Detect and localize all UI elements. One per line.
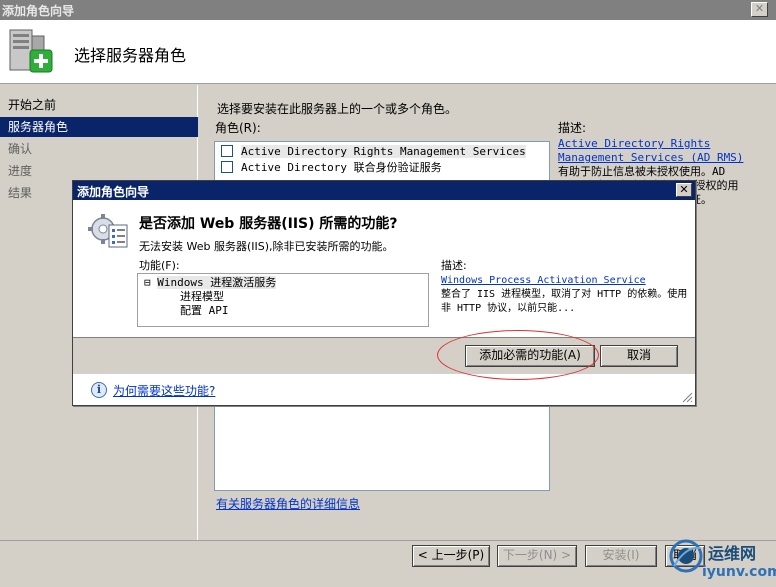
description-label: 描述:: [558, 121, 587, 135]
add-required-features-button[interactable]: 添加必需的功能(A): [465, 345, 595, 367]
feature-child[interactable]: 配置 API: [180, 304, 229, 318]
page-title: 选择服务器角色: [74, 46, 187, 65]
dialog-description-label: 描述:: [441, 259, 467, 272]
add-features-dialog: 添加角色向导 ✕ 是否添加 Web 服务器(IIS) 所需的功能? 无法安装 W…: [72, 180, 696, 406]
dialog-description-text: 整合了 IIS 进程模型，取消了对 HTTP 的依赖。使用非 HTTP 协议，以…: [441, 289, 688, 314]
roles-label: 角色(R):: [215, 121, 261, 135]
dialog-description-link[interactable]: Windows Process Activation Service: [441, 275, 646, 286]
watermark-url: iyunv.com: [702, 564, 776, 580]
nav-item-progress: 进度: [8, 164, 33, 178]
dialog-cancel-button[interactable]: 取消: [600, 345, 678, 367]
server-add-icon: [9, 29, 53, 73]
feature-root-label: Windows 进程激活服务: [157, 276, 277, 289]
dialog-close-button[interactable]: ✕: [676, 183, 692, 197]
watermark: 运维网 iyunv.com: [668, 538, 776, 586]
resize-grip-icon[interactable]: [681, 391, 693, 403]
nav-item-before-you-begin[interactable]: 开始之前: [0, 95, 198, 115]
dialog-footer: i 为何需要这些功能?: [73, 373, 695, 405]
dialog-description: Windows Process Activation Service 整合了 I…: [441, 274, 691, 316]
info-icon: i: [91, 382, 107, 398]
nav-item-confirmation: 确认: [8, 142, 33, 156]
feature-child[interactable]: 进程模型: [180, 290, 224, 304]
role-description-link[interactable]: Active Directory Rights Management Servi…: [558, 137, 743, 164]
watermark-logo-icon: [669, 539, 703, 573]
dialog-question: 是否添加 Web 服务器(IIS) 所需的功能?: [139, 216, 398, 232]
tree-collapse-icon[interactable]: ⊟: [144, 276, 151, 289]
role-item[interactable]: Active Directory Rights Management Servi…: [221, 144, 526, 160]
next-button: 下一步(N) >: [497, 545, 577, 567]
why-needed-link[interactable]: 为何需要这些功能?: [113, 382, 215, 399]
window-close-button[interactable]: ✕: [751, 2, 768, 17]
feature-root[interactable]: ⊟ Windows 进程激活服务: [144, 276, 277, 290]
role-checkbox[interactable]: [221, 161, 233, 173]
window-titlebar: 添加角色向导 ✕: [0, 0, 776, 20]
wizard-button-bar: < 上一步(P) 下一步(N) > 安装(I) 取消: [0, 540, 776, 587]
dialog-titlebar: 添加角色向导 ✕: [73, 181, 695, 200]
dialog-title: 添加角色向导: [77, 185, 150, 199]
features-label: 功能(F):: [139, 259, 180, 272]
instruction-text: 选择要安装在此服务器上的一个或多个角色。: [217, 102, 458, 116]
role-label: Active Directory Rights Management Servi…: [241, 145, 526, 158]
dialog-button-bar: 添加必需的功能(A) 取消: [73, 337, 695, 373]
features-gear-icon: [88, 214, 128, 248]
nav-item-server-roles[interactable]: 服务器角色: [0, 117, 198, 137]
features-tree[interactable]: ⊟ Windows 进程激活服务 进程模型 配置 API: [137, 273, 429, 327]
install-button: 安装(I): [585, 545, 657, 567]
dialog-subtext: 无法安装 Web 服务器(IIS),除非已安装所需的功能。: [139, 240, 394, 253]
more-info-link[interactable]: 有关服务器角色的详细信息: [216, 495, 360, 512]
watermark-text: 运维网: [708, 544, 757, 563]
role-label: Active Directory 联合身份验证服务: [241, 161, 442, 174]
wizard-header: 选择服务器角色: [0, 20, 776, 84]
role-item[interactable]: Active Directory 联合身份验证服务: [221, 160, 442, 176]
back-button[interactable]: < 上一步(P): [412, 545, 490, 567]
role-checkbox[interactable]: [221, 145, 233, 157]
window-title: 添加角色向导: [2, 4, 75, 18]
